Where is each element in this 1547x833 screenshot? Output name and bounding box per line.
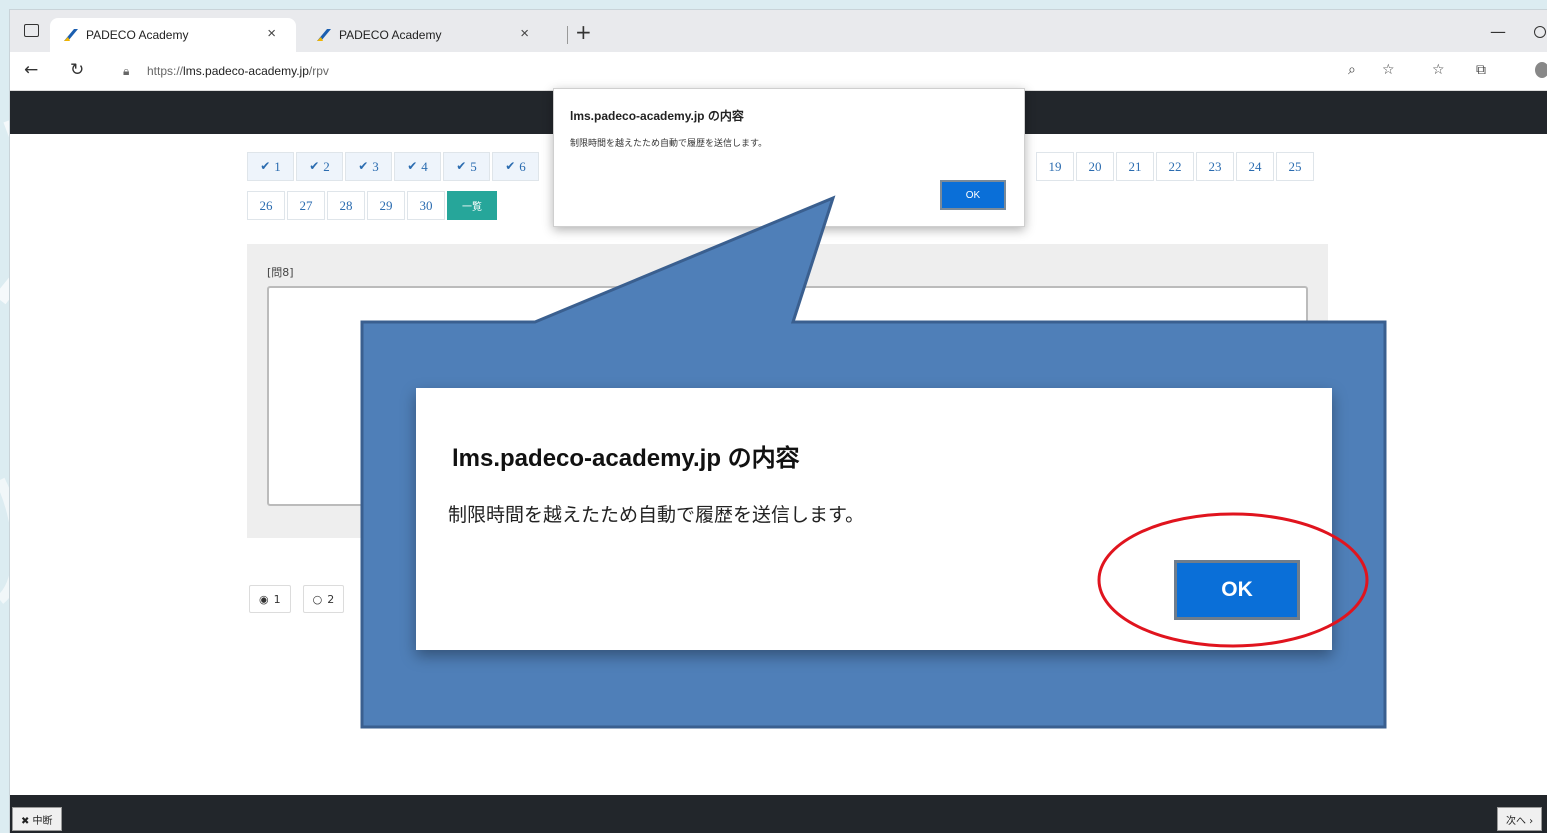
zoomed-alert-dialog: lms.padeco-academy.jp の内容 制限時間を越えたため自動で履…	[416, 388, 1332, 650]
zoomed-alert-title: lms.padeco-academy.jp の内容	[452, 445, 800, 472]
zoomed-alert-message: 制限時間を越えたため自動で履歴を送信します。	[448, 504, 865, 526]
zoomed-ok-button[interactable]: OK	[1174, 560, 1300, 620]
